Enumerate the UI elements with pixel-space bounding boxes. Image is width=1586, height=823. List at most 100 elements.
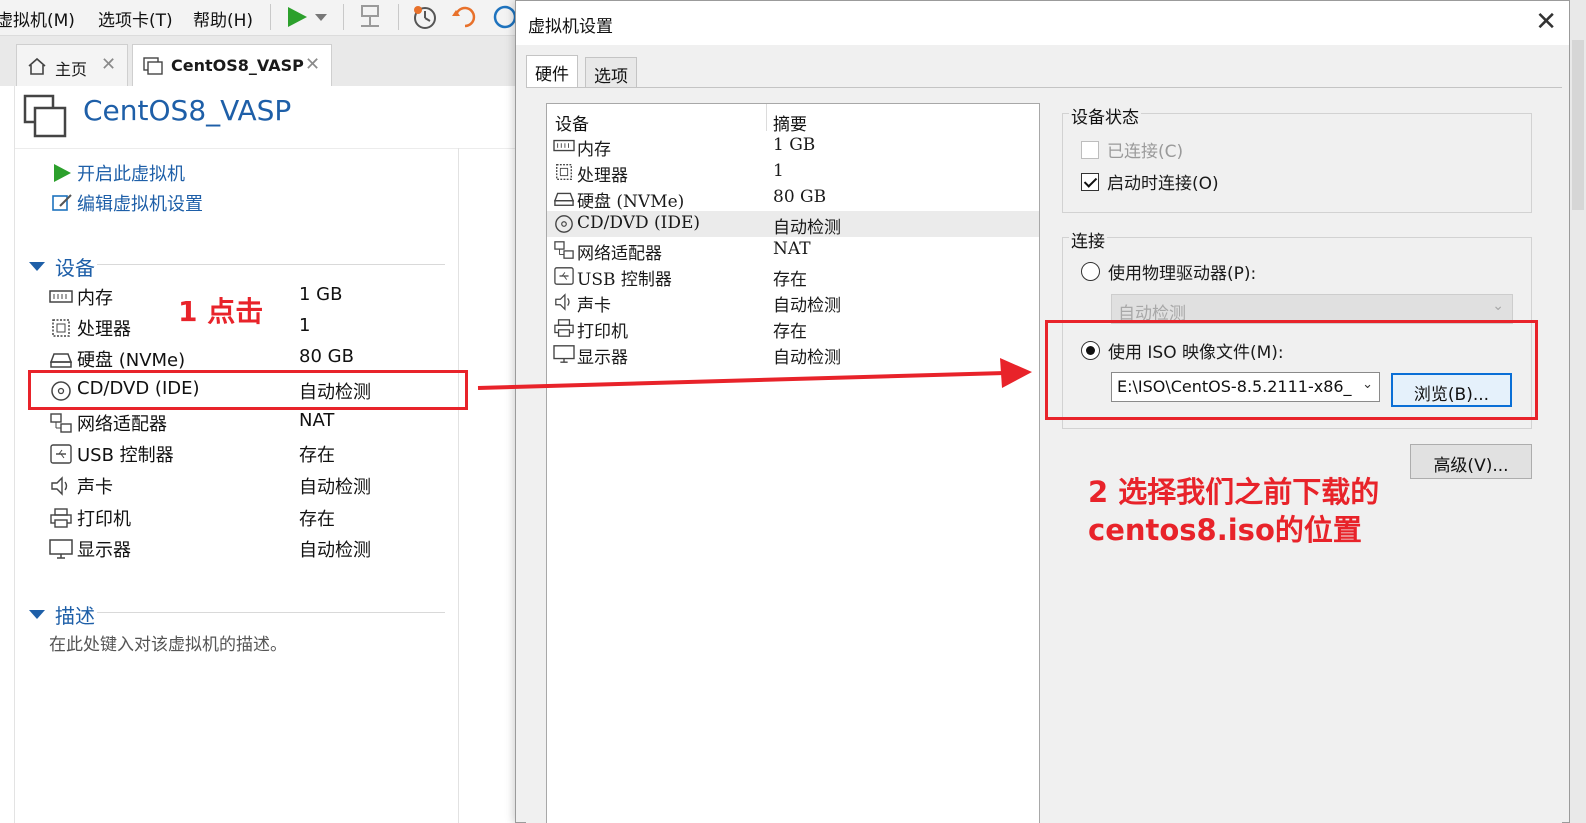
chevron-down-icon[interactable] — [312, 2, 330, 32]
network-toolbar-icon[interactable] — [356, 2, 386, 32]
column-header-summary[interactable]: 摘要 — [773, 110, 807, 135]
menu-tabs[interactable]: 选项卡(T) — [98, 6, 173, 31]
use-physical-drive-radio[interactable] — [1081, 262, 1100, 281]
play-icon — [54, 164, 71, 182]
devices-heading: 设备 — [55, 256, 95, 280]
hw-name: 硬盘 (NVMe) — [577, 192, 685, 212]
hw-value: 80 GB — [773, 187, 827, 207]
device-name: 内存 — [77, 288, 113, 309]
hw-row-display[interactable]: 显示器 自动检测 — [547, 341, 1039, 368]
power-on-vm-link[interactable]: 开启此虚拟机 — [51, 160, 185, 186]
hw-name: 内存 — [577, 140, 611, 160]
device-row-network[interactable]: 网络适配器 NAT — [49, 408, 459, 438]
hw-value: NAT — [773, 239, 811, 259]
advanced-button[interactable]: 高级(V)... — [1410, 444, 1532, 479]
annotation-box-iso — [1045, 320, 1538, 420]
hw-row-network[interactable]: 网络适配器 NAT — [547, 237, 1039, 264]
hw-row-memory[interactable]: 内存 1 GB — [547, 133, 1039, 160]
hw-name: 声卡 — [577, 296, 611, 316]
tab-home-label: 主页 — [55, 60, 88, 79]
device-name: USB 控制器 — [77, 445, 174, 466]
device-value: NAT — [299, 410, 335, 431]
annotation-step2-line1: 2 选择我们之前下载的 — [1088, 475, 1380, 509]
device-row-sound[interactable]: 声卡 自动检测 — [49, 471, 459, 501]
divider — [15, 148, 521, 149]
device-name: 打印机 — [77, 509, 131, 530]
connect-at-power-on-checkbox[interactable] — [1081, 172, 1099, 191]
connect-at-power-on-label: 启动时连接(O) — [1107, 174, 1219, 194]
hw-name: 网络适配器 — [577, 244, 662, 264]
cd-icon — [555, 215, 573, 233]
hw-row-printer[interactable]: 打印机 存在 — [547, 315, 1039, 342]
tab-options[interactable]: 选项 — [585, 57, 637, 87]
connected-checkbox[interactable] — [1081, 140, 1099, 159]
revert-snapshot-icon[interactable] — [450, 2, 480, 32]
vm-summary-panel: CentOS8_VASP 开启此虚拟机 编辑虚拟机设置 设备 内存 1 GB 处… — [14, 86, 521, 823]
printer-icon — [554, 319, 574, 337]
use-physical-drive-row[interactable]: 使用物理驱动器(P): — [1081, 259, 1256, 284]
tab-hardware[interactable]: 硬件 — [526, 55, 578, 87]
menu-vm[interactable]: 虚拟机(M) — [0, 6, 75, 31]
hw-row-sound[interactable]: 声卡 自动检测 — [547, 289, 1039, 316]
monitor-icon — [49, 539, 73, 559]
column-separator — [766, 104, 767, 131]
tab-vm-label: CentOS8_VASP — [171, 56, 304, 75]
vm-tab-bar: 主页 ✕ CentOS8_VASP ✕ — [0, 36, 520, 86]
edit-vm-settings-link[interactable]: 编辑虚拟机设置 — [51, 190, 203, 216]
hw-name: CD/DVD (IDE) — [577, 213, 701, 233]
column-header-device[interactable]: 设备 — [555, 110, 589, 135]
hw-row-cpu[interactable]: 处理器 1 — [547, 159, 1039, 186]
power-on-icon[interactable] — [282, 2, 312, 32]
connect-at-power-on-row[interactable]: 启动时连接(O) — [1081, 169, 1219, 194]
screen: 虚拟机(M) 选项卡(T) 帮助(H) 主页 ✕ CentOS8_VASP ✕ … — [0, 0, 1586, 823]
connection-label: 连接 — [1069, 227, 1107, 252]
hw-row-cd-dvd[interactable]: CD/DVD (IDE) 自动检测 — [547, 211, 1039, 238]
vm-icon — [143, 57, 163, 75]
description-section-header[interactable]: 描述 — [29, 600, 95, 629]
close-icon[interactable]: ✕ — [1535, 7, 1557, 37]
device-value: 80 GB — [299, 346, 354, 367]
hardware-device-list[interactable]: 设备 摘要 内存 1 GB 处理器 1 硬盘 (NVMe) 80 GB CD/D… — [546, 103, 1040, 823]
hw-name: 打印机 — [577, 322, 628, 342]
vm-title: CentOS8_VASP — [83, 94, 292, 127]
connected-checkbox-row[interactable]: 已连接(C) — [1081, 137, 1183, 162]
dialog-titlebar: 虚拟机设置 ✕ — [516, 1, 1569, 45]
usb-icon — [50, 444, 72, 464]
annotation-box-cd-dvd — [28, 370, 468, 410]
hw-value: 存在 — [773, 270, 807, 290]
device-row-printer[interactable]: 打印机 存在 — [49, 503, 459, 533]
memory-icon — [49, 290, 73, 303]
hw-name: 处理器 — [577, 166, 628, 186]
snapshot-icon[interactable] — [410, 2, 440, 32]
hw-row-usb[interactable]: USB 控制器 存在 — [547, 263, 1039, 290]
section-divider — [97, 264, 445, 265]
hw-value: 1 — [773, 161, 784, 181]
vm-large-icon — [23, 94, 67, 138]
chevron-down-icon: ⌄ — [1492, 298, 1504, 314]
hw-row-disk[interactable]: 硬盘 (NVMe) 80 GB — [547, 185, 1039, 212]
background-window-edge — [1570, 0, 1586, 823]
hw-value: 自动检测 — [773, 348, 841, 368]
toolbar-separator — [398, 4, 399, 30]
collapse-triangle-icon — [29, 262, 45, 271]
device-row-display[interactable]: 显示器 自动检测 — [49, 534, 459, 564]
scrollbar-thumb[interactable] — [1572, 40, 1584, 210]
tab-home[interactable]: 主页 ✕ — [16, 44, 128, 86]
close-icon[interactable]: ✕ — [101, 54, 116, 75]
speaker-icon — [51, 476, 68, 496]
device-row-usb[interactable]: USB 控制器 存在 — [49, 439, 459, 469]
devices-section-header[interactable]: 设备 — [29, 252, 95, 281]
collapse-triangle-icon — [29, 610, 45, 619]
description-placeholder[interactable]: 在此处键入对该虚拟机的描述。 — [49, 630, 287, 655]
device-status-group — [1062, 113, 1532, 213]
hw-name: USB 控制器 — [577, 270, 672, 290]
edit-vm-settings-label: 编辑虚拟机设置 — [77, 194, 203, 215]
tab-centos8-vasp[interactable]: CentOS8_VASP ✕ — [132, 44, 332, 86]
edit-settings-icon — [52, 194, 72, 211]
dialog-title: 虚拟机设置 — [528, 17, 613, 37]
close-icon[interactable]: ✕ — [305, 54, 320, 75]
menu-help[interactable]: 帮助(H) — [193, 6, 253, 31]
hw-value: 1 GB — [773, 135, 816, 155]
toolbar-separator — [343, 4, 344, 30]
device-status-label: 设备状态 — [1069, 103, 1141, 128]
